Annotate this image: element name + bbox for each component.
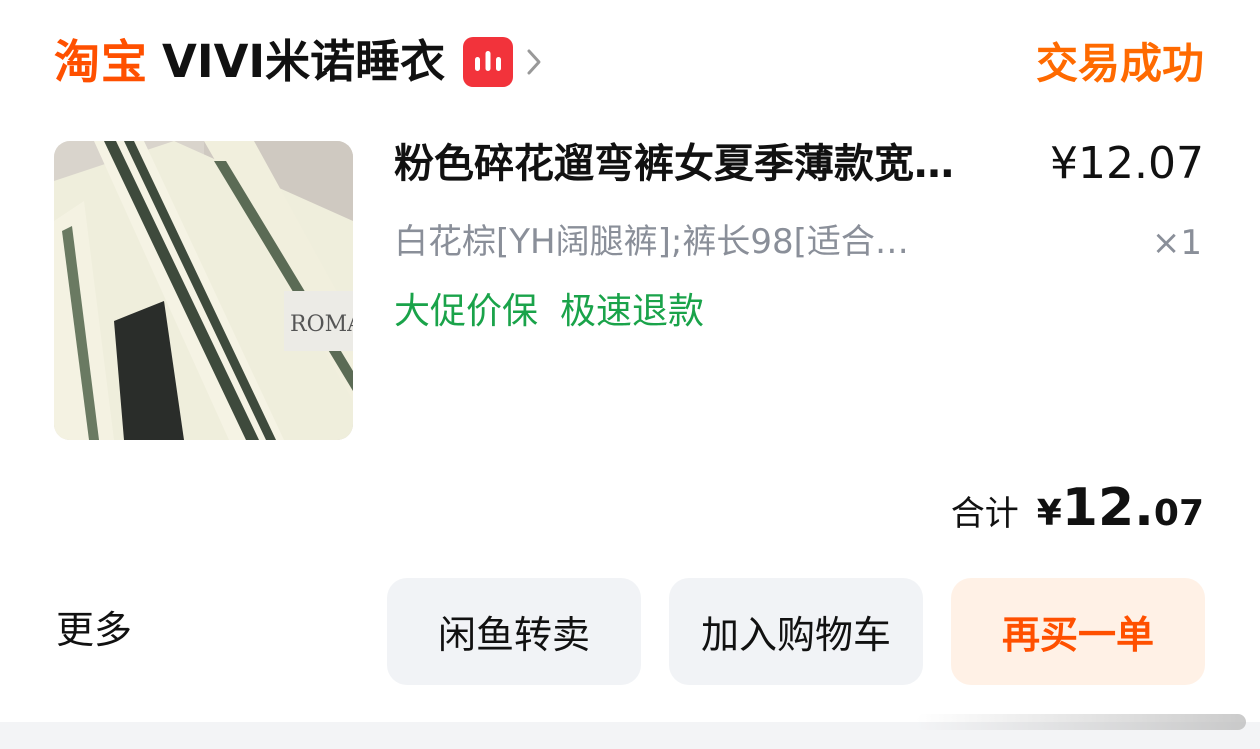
service-tags: 大促价保 极速退款 xyxy=(394,288,704,336)
shop-name[interactable]: VIVI米诺睡衣 xyxy=(162,34,445,90)
live-stream-icon[interactable] xyxy=(463,37,514,87)
tag-price-protection: 大促价保 xyxy=(394,291,539,332)
shop-header[interactable]: 淘宝 VIVI米诺睡衣 xyxy=(54,34,547,90)
product-title[interactable]: 粉色碎花遛弯裤女夏季薄款宽… xyxy=(394,138,1024,190)
total-decimal: 07 xyxy=(1153,493,1204,534)
taobao-logo: 淘宝 xyxy=(54,35,148,89)
tag-fast-refund: 极速退款 xyxy=(560,291,705,332)
chevron-right-icon[interactable] xyxy=(521,42,547,82)
product-spec: 白花棕[YH阔腿裤];裤长98[适合… xyxy=(394,222,909,262)
product-price: ¥12.07 xyxy=(1050,138,1204,189)
image-text-roma: ROMA xyxy=(290,312,353,337)
add-to-cart-button[interactable]: 加入购物车 xyxy=(669,578,923,685)
product-quantity: ×1 xyxy=(1151,223,1202,263)
order-status: 交易成功 xyxy=(1035,39,1204,88)
product-image[interactable]: ROMA xyxy=(54,141,353,440)
order-card: 淘宝 VIVI米诺睡衣 交易成功 ROM 粉色碎花遛弯裤女夏季薄款宽… ¥12.… xyxy=(0,0,1260,722)
total-integer: 12. xyxy=(1061,478,1154,538)
more-button[interactable]: 更多 xyxy=(56,604,132,656)
scroll-indicator xyxy=(916,714,1246,730)
total-currency: ¥ xyxy=(1036,493,1062,534)
buy-again-button[interactable]: 再买一单 xyxy=(951,578,1205,685)
total-label: 合计 xyxy=(950,494,1019,534)
order-total: 合计 ¥ 12. 07 xyxy=(951,478,1204,538)
xianyu-resell-button[interactable]: 闲鱼转卖 xyxy=(387,578,641,685)
